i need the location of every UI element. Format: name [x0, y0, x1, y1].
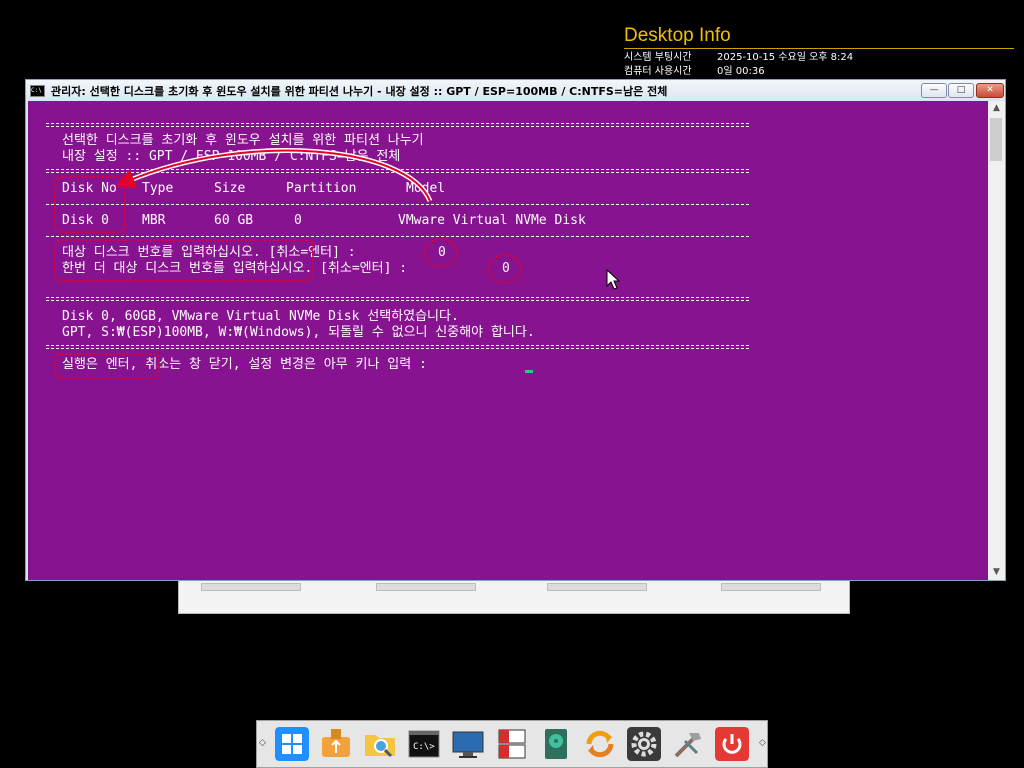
- cell-partition: 0: [294, 213, 302, 228]
- sync-icon[interactable]: [583, 727, 617, 761]
- vertical-scrollbar[interactable]: ▲ ▼: [988, 101, 1005, 580]
- settings-gear-icon[interactable]: [627, 727, 661, 761]
- desktop-info-divider: [624, 48, 1014, 49]
- windows-start-icon[interactable]: [275, 727, 309, 761]
- window-title: 관리자: 선택한 디스크를 초기화 후 윈도우 설치를 위한 파티션 나누기 -…: [51, 85, 668, 98]
- mouse-pointer-icon: [606, 269, 620, 290]
- usb-drive-icon[interactable]: [319, 727, 353, 761]
- background-window[interactable]: [178, 576, 850, 614]
- heading-line-1: 선택한 디스크를 초기화 후 윈도우 설치를 위한 파티션 나누기: [62, 133, 424, 148]
- summary-line-2: GPT, S:₩(ESP)100MB, W:₩(Windows), 되돌릴 수 …: [62, 325, 535, 340]
- annotation-prompt-box: [54, 239, 314, 282]
- monitor-icon[interactable]: [451, 727, 485, 761]
- text-cursor: [525, 370, 533, 373]
- taskbar-right-chevron-icon[interactable]: ◇: [759, 738, 766, 748]
- annotation-disk-column-box: [54, 176, 126, 233]
- close-button[interactable]: ✕: [976, 83, 1004, 98]
- col-header-size: Size: [214, 181, 246, 196]
- power-icon[interactable]: [715, 727, 749, 761]
- boot-time-row: 시스템 부팅시간 2025-10-15 수요일 오후 8:24: [624, 51, 1014, 65]
- separator-double: [46, 123, 749, 127]
- separator-single: [46, 204, 749, 205]
- cell-size: 60 GB: [214, 213, 254, 228]
- folder-search-icon[interactable]: [363, 727, 397, 761]
- boot-time-value: 2025-10-15 수요일 오후 8:24: [717, 52, 854, 63]
- minimize-button[interactable]: —: [921, 83, 947, 98]
- title-bar[interactable]: C:\ 관리자: 선택한 디스크를 초기화 후 윈도우 설치를 위한 파티션 나…: [26, 80, 1005, 101]
- summary-line-1: Disk 0, 60GB, VMware Virtual NVMe Disk 선…: [62, 309, 459, 324]
- svg-text:C:\>: C:\>: [413, 742, 435, 752]
- separator-double: [46, 345, 749, 349]
- annotation-value-circle: [488, 254, 522, 284]
- annotation-value-circle: [424, 238, 458, 268]
- console-output[interactable]: 선택한 디스크를 초기화 후 윈도우 설치를 위한 파티션 나누기 내장 설정 …: [28, 101, 988, 580]
- uptime-row: 컴퓨터 사용시간 0일 00:36: [624, 65, 1014, 79]
- cell-type: MBR: [142, 213, 166, 228]
- boot-time-label: 시스템 부팅시간: [624, 52, 692, 63]
- annotation-enter-box: [54, 353, 160, 379]
- tools-icon[interactable]: [671, 727, 705, 761]
- cell-model: VMware Virtual NVMe Disk: [398, 213, 586, 228]
- col-header-type: Type: [142, 181, 174, 196]
- scrollbar-thumb[interactable]: [990, 118, 1002, 161]
- separator-double: [46, 297, 749, 301]
- desktop-info-title: Desktop Info: [624, 25, 731, 46]
- hard-disk-icon[interactable]: [539, 727, 573, 761]
- background-window-bar: [201, 583, 301, 591]
- command-prompt-icon[interactable]: C:\>: [407, 727, 441, 761]
- uptime-label: 컴퓨터 사용시간: [624, 66, 692, 77]
- heading-line-2: 내장 설정 :: GPT / ESP=100MB / C:NTFS=남은 전체: [62, 149, 401, 164]
- maximize-button[interactable]: □: [948, 83, 974, 98]
- desktop-info-widget: Desktop Info 시스템 부팅시간 2025-10-15 수요일 오후 8…: [624, 24, 1014, 79]
- separator-single: [46, 236, 749, 237]
- disk-manager-icon[interactable]: [495, 727, 529, 761]
- taskbar-left-chevron-icon[interactable]: ◇: [259, 738, 266, 748]
- console-app-icon[interactable]: C:\: [30, 85, 45, 97]
- scroll-down-arrow-icon[interactable]: ▼: [988, 567, 1005, 577]
- col-header-model: Model: [406, 181, 446, 196]
- taskbar: ◇ C:\> ◇: [256, 720, 768, 768]
- background-window-bar: [376, 583, 476, 591]
- console-window[interactable]: C:\ 관리자: 선택한 디스크를 초기화 후 윈도우 설치를 위한 파티션 나…: [25, 79, 1006, 581]
- uptime-value: 0일 00:36: [717, 66, 765, 77]
- col-header-partition: Partition: [286, 181, 357, 196]
- background-window-bar: [721, 583, 821, 591]
- scroll-up-arrow-icon[interactable]: ▲: [988, 103, 1005, 113]
- separator-double: [46, 169, 749, 173]
- background-window-bar: [547, 583, 647, 591]
